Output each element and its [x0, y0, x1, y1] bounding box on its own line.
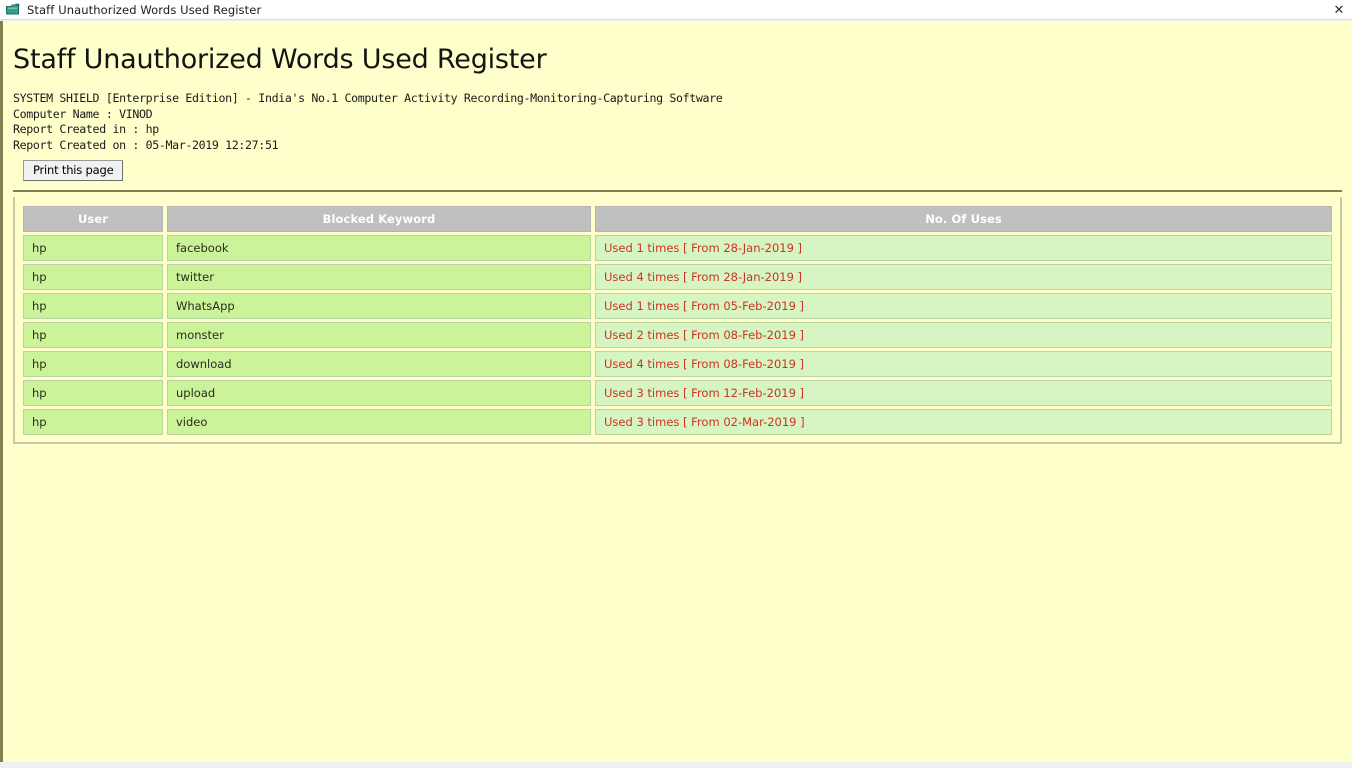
column-header-user: User	[23, 206, 163, 233]
table-row: hp WhatsApp Used 1 times [ From 05-Feb-201…	[23, 293, 1332, 320]
cell-keyword: upload	[167, 380, 591, 407]
cell-keyword: twitter	[167, 264, 591, 291]
cell-user: hp	[23, 235, 163, 262]
cell-keyword: WhatsApp	[167, 293, 591, 320]
window-title: Staff Unauthorized Words Used Register	[27, 2, 262, 17]
page-title: Staff Unauthorized Words Used Register	[13, 44, 547, 75]
unauthorized-words-table: User Blocked Keyword No. Of Uses hp faceb…	[19, 203, 1336, 438]
cell-uses: Used 3 times [ From 02-Mar-2019 ]	[595, 409, 1332, 436]
report-table-container: User Blocked Keyword No. Of Uses hp faceb…	[13, 197, 1342, 445]
cell-uses: Used 2 times [ From 08-Feb-2019 ]	[595, 322, 1332, 349]
column-header-no-of-uses: No. Of Uses	[595, 206, 1332, 233]
table-row: hp twitter Used 4 times [ From 28-Jan-2019…	[23, 264, 1332, 291]
cell-uses: Used 4 times [ From 08-Feb-2019 ]	[595, 351, 1332, 378]
cell-user: hp	[23, 293, 163, 320]
cell-uses: Used 3 times [ From 12-Feb-2019 ]	[595, 380, 1332, 407]
cell-user: hp	[23, 351, 163, 378]
info-line-product: SYSTEM SHIELD [Enterprise Edition] - Ind…	[13, 91, 723, 105]
report-document: Staff Unauthorized Words Used Register S…	[0, 21, 1352, 762]
info-line-created-in: Report Created in : hp	[13, 122, 159, 137]
window-titlebar: Staff Unauthorized Words Used Register ✕	[0, 0, 1352, 20]
close-icon[interactable]: ✕	[1328, 0, 1350, 20]
table-head: User Blocked Keyword No. Of Uses	[23, 206, 1332, 233]
cell-user: hp	[23, 380, 163, 407]
cell-uses: Used 1 times [ From 05-Feb-2019 ]	[595, 293, 1332, 320]
cell-keyword: facebook	[167, 235, 591, 262]
cell-user: hp	[23, 409, 163, 436]
header-divider	[13, 190, 1342, 193]
cell-uses: Used 1 times [ From 28-Jan-2019 ]	[595, 235, 1332, 262]
cell-keyword: download	[167, 351, 591, 378]
column-header-blocked-keyword: Blocked Keyword	[167, 206, 591, 233]
cell-user: hp	[23, 264, 163, 291]
cell-keyword: monster	[167, 322, 591, 349]
table-row: hp facebook Used 1 times [ From 28-Jan-201…	[23, 235, 1332, 262]
table-row: hp monster Used 2 times [ From 08-Feb-2019…	[23, 322, 1332, 349]
table-header-row: User Blocked Keyword No. Of Uses	[23, 206, 1332, 233]
info-line-computer: Computer Name : VINOD	[13, 106, 153, 121]
print-this-page-button[interactable]: Print this page	[23, 160, 124, 182]
cell-keyword: video	[167, 409, 591, 436]
print-button-container: Print this page	[23, 159, 1346, 182]
report-info: SYSTEM SHIELD [Enterprise Edition] - Ind…	[13, 91, 1346, 153]
browser-window-icon	[6, 3, 20, 14]
table-row: hp video Used 3 times [ From 02-Mar-2019 ]	[23, 409, 1332, 436]
table-row: hp upload Used 3 times [ From 12-Feb-2019 …	[23, 380, 1332, 407]
table-body: hp facebook Used 1 times [ From 28-Jan-201…	[23, 235, 1332, 436]
info-line-created-on: Report Created on : 05-Mar-2019 12:27:51	[13, 137, 279, 152]
cell-uses: Used 4 times [ From 28-Jan-2019 ]	[595, 264, 1332, 291]
table-row: hp download Used 4 times [ From 08-Feb-201…	[23, 351, 1332, 378]
cell-user: hp	[23, 322, 163, 349]
